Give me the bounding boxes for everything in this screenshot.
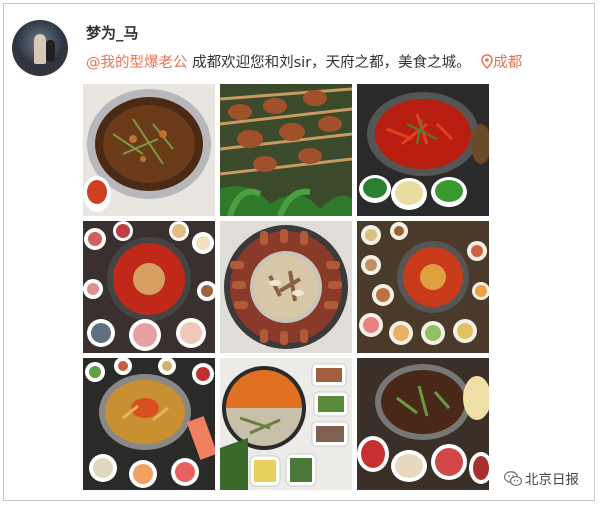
photo-hot-pot-table-spread [83, 221, 215, 353]
mention-link[interactable]: @我的型爆老公 [86, 55, 188, 71]
photo-1[interactable] [83, 84, 215, 216]
photo-hot-pot-broth [83, 84, 215, 216]
avatar-person-figure [34, 34, 46, 64]
photo-hot-pot-with-meats [357, 358, 489, 490]
photo-yellow-broth-hot-pot [83, 358, 215, 490]
photo-7[interactable] [83, 358, 215, 490]
username[interactable]: 梦为_马 [86, 22, 139, 43]
post-body: 成都欢迎您和刘sir，天府之都，美食之城。 [187, 55, 471, 71]
location-label: 成都 [493, 55, 523, 71]
watermark: 北京日报 [500, 466, 583, 490]
location-link[interactable]: 成都 [475, 54, 523, 71]
photo-2[interactable] [220, 84, 352, 216]
post-text: @我的型爆老公 成都欢迎您和刘sir，天府之都，美食之城。 成都 [86, 51, 522, 72]
photo-5[interactable] [220, 221, 352, 353]
photo-3[interactable] [357, 84, 489, 216]
photo-6[interactable] [357, 221, 489, 353]
photo-skewers-vegetables [220, 84, 352, 216]
photo-4[interactable] [83, 221, 215, 353]
photo-mandarin-duck-pot [220, 221, 352, 353]
photo-multi-dish-hot-pot [357, 221, 489, 353]
avatar-person-figure-2 [46, 40, 55, 62]
watermark-text: 北京日报 [525, 472, 579, 488]
avatar[interactable] [12, 20, 68, 76]
photo-8[interactable] [220, 358, 352, 490]
location-pin-icon [481, 54, 494, 69]
wechat-icon [504, 471, 522, 487]
photo-red-chili-hot-pot [357, 84, 489, 216]
photo-9[interactable] [357, 358, 489, 490]
photo-split-hot-pot [220, 358, 352, 490]
